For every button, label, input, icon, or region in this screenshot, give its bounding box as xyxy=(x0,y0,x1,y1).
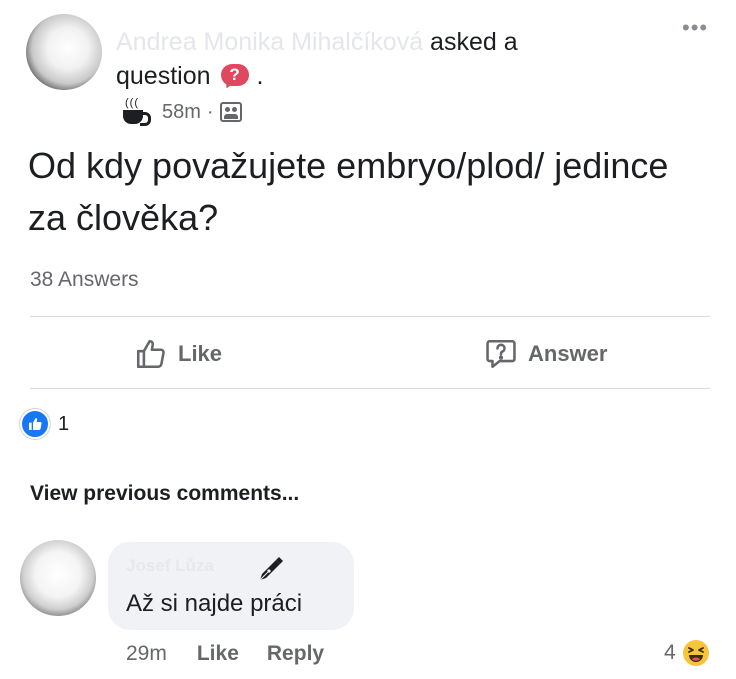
author-name[interactable]: Andrea Monika Mihalčíková xyxy=(116,28,423,56)
meta-separator: · xyxy=(206,100,214,123)
answer-label: Answer xyxy=(528,341,608,366)
commenter-name[interactable]: Josef Lůza xyxy=(126,556,214,576)
question-badge-icon: ? xyxy=(219,64,251,91)
pen-nib-icon xyxy=(259,557,283,581)
post-meta: ((( 58m · xyxy=(118,98,242,126)
more-horizontal-icon[interactable]: ••• xyxy=(682,17,718,39)
like-reaction-icon xyxy=(20,409,50,439)
like-label: Like xyxy=(178,341,223,366)
view-previous-comments[interactable]: View previous comments... xyxy=(30,482,299,506)
question-text: Od kdy považujete embryo/plod/ jedince z… xyxy=(28,145,669,238)
post-reactions[interactable]: 1 xyxy=(20,409,70,439)
reaction-count: 1 xyxy=(58,412,70,435)
comment-meta: 29m Like Reply xyxy=(126,640,352,668)
divider-top xyxy=(30,316,710,317)
question-bubble-icon xyxy=(486,339,516,369)
answers-count[interactable]: 38 Answers xyxy=(30,268,139,292)
comment-like-link[interactable]: Like xyxy=(197,642,239,666)
question-line: question ? . xyxy=(116,60,263,92)
coffee-cup-icon: ((( xyxy=(118,98,152,126)
comment-reply-link[interactable]: Reply xyxy=(267,642,324,666)
like-button[interactable]: Like xyxy=(134,334,222,374)
comment-time[interactable]: 29m xyxy=(126,642,167,666)
asked-label: asked a xyxy=(430,28,518,56)
author-avatar[interactable] xyxy=(26,14,102,90)
comment-text: Až si najde práci xyxy=(126,590,303,617)
comment-reactions[interactable]: 4 xyxy=(664,638,710,668)
group-privacy-icon xyxy=(219,102,242,122)
comment-reaction-count: 4 xyxy=(664,641,676,664)
question-label: question xyxy=(116,62,211,90)
post-time[interactable]: 58m xyxy=(162,101,201,124)
divider-bottom xyxy=(30,388,710,389)
period: . xyxy=(256,62,264,90)
author-line: Andrea Monika Mihalčíková asked a xyxy=(116,26,518,58)
answer-button[interactable]: Answer xyxy=(484,334,607,374)
commenter-avatar[interactable] xyxy=(20,540,96,616)
haha-reaction-icon xyxy=(682,640,709,666)
thumbs-up-icon xyxy=(136,339,165,369)
